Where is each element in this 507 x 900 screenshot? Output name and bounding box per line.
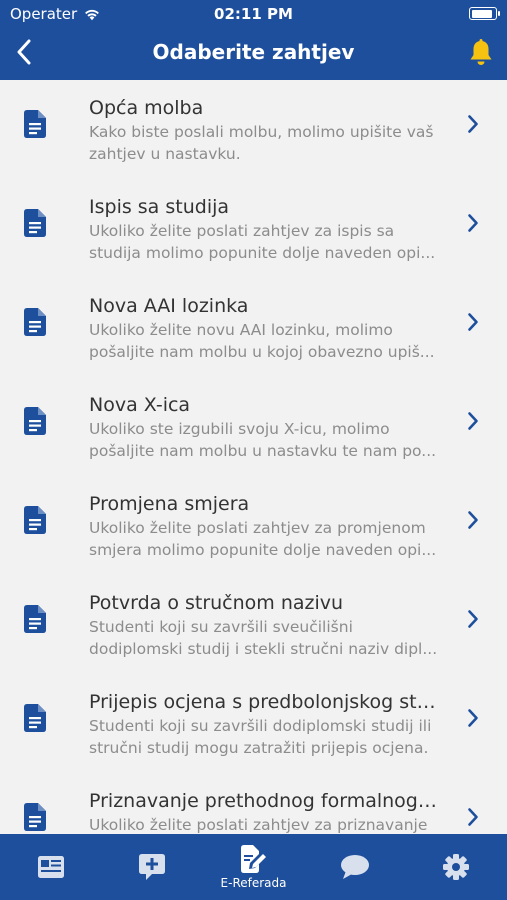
chevron-right-icon (468, 511, 478, 529)
request-description: Ukoliko želite poslati zahtjev za ispis … (89, 222, 436, 262)
news-card-icon (37, 853, 65, 881)
request-title: Priznavanje prethodnog formalnog uč... (89, 790, 441, 812)
add-message-icon (138, 853, 166, 881)
request-description: Ukoliko želite poslati zahtjev za promje… (89, 519, 437, 559)
gear-icon (442, 853, 470, 881)
chevron-right-icon (468, 115, 478, 133)
request-list-item[interactable]: Ispis sa studija Ukoliko želite poslati … (0, 179, 507, 278)
request-list-item[interactable]: Promjena smjera Ukoliko želite poslati z… (0, 476, 507, 575)
tab-label: E-Referada (220, 876, 287, 890)
document-icon (24, 209, 46, 237)
nav-bar: Odaberite zahtjev (0, 28, 507, 80)
tab-bar: E-Referada (0, 834, 507, 900)
request-text: Potvrda o stručnom nazivu Studenti koji … (89, 590, 441, 660)
request-description: Ukoliko želite novu AAI lozinku, molimo … (89, 321, 435, 361)
request-title: Nova AAI lozinka (89, 295, 249, 317)
document-icon (24, 605, 46, 633)
request-title: Promjena smjera (89, 493, 250, 515)
status-time: 02:11 PM (214, 5, 293, 23)
document-icon (24, 308, 46, 336)
document-icon (24, 407, 46, 435)
request-text: Prijepis ocjena s predbolonjskog studija… (89, 689, 441, 759)
request-title: Opća molba (89, 97, 204, 119)
request-list-item[interactable]: Nova AAI lozinka Ukoliko želite novu AAI… (0, 278, 507, 377)
document-icon (24, 110, 46, 138)
request-text: Opća molba Kako biste poslali molbu, mol… (89, 95, 441, 165)
document-icon (24, 506, 46, 534)
edit-document-icon (240, 845, 268, 873)
chevron-right-icon (468, 709, 478, 727)
tab-news[interactable] (0, 834, 101, 900)
request-title: Nova X-ica (89, 394, 191, 416)
request-text: Nova AAI lozinka Ukoliko želite novu AAI… (89, 293, 441, 363)
tab-e-referada[interactable]: E-Referada (203, 834, 304, 900)
request-list: Opća molba Kako biste poslali molbu, mol… (0, 80, 507, 834)
request-text: Priznavanje prethodnog formalnog uč... U… (89, 788, 441, 834)
request-list-item[interactable]: Prijepis ocjena s predbolonjskog studija… (0, 674, 507, 773)
request-title: Ispis sa studija (89, 196, 230, 218)
status-bar: Operater 02:11 PM (0, 0, 507, 28)
document-icon (24, 803, 46, 831)
request-description: Studenti koji su završili sveučilišni do… (89, 618, 438, 658)
chat-bubble-icon (340, 853, 369, 881)
request-list-item[interactable]: Priznavanje prethodnog formalnog uč... U… (0, 773, 507, 834)
request-description: Studenti koji su završili dodiplomski st… (89, 717, 432, 757)
chevron-right-icon (468, 412, 478, 430)
request-description: Kako biste poslali molbu, molimo upišite… (89, 123, 434, 163)
request-description: Ukoliko ste izgubili svoju X-icu, molimo… (89, 420, 437, 460)
tab-chat[interactable] (304, 834, 405, 900)
header: Operater 02:11 PM Odaberite zahtjev (0, 0, 507, 80)
request-title: Potvrda o stručnom nazivu (89, 592, 344, 614)
battery-level (471, 9, 493, 18)
request-description: Ukoliko želite poslati zahtjev za prizna… (89, 816, 428, 834)
chevron-right-icon (468, 214, 478, 232)
request-list-item[interactable]: Nova X-ica Ukoliko ste izgubili svoju X-… (0, 377, 507, 476)
page-title: Odaberite zahtjev (152, 40, 355, 64)
chevron-right-icon (468, 808, 478, 826)
request-text: Ispis sa studija Ukoliko želite poslati … (89, 194, 441, 264)
chevron-right-icon (468, 610, 478, 628)
request-list-item[interactable]: Potvrda o stručnom nazivu Studenti koji … (0, 575, 507, 674)
bell-icon (470, 39, 492, 65)
request-text: Nova X-ica Ukoliko ste izgubili svoju X-… (89, 392, 441, 462)
document-icon (24, 704, 46, 732)
request-title: Prijepis ocjena s predbolonjskog studija (89, 691, 441, 713)
request-list-item[interactable]: Opća molba Kako biste poslali molbu, mol… (0, 80, 507, 179)
request-text: Promjena smjera Ukoliko želite poslati z… (89, 491, 441, 561)
tab-settings[interactable] (406, 834, 507, 900)
battery-icon (469, 7, 500, 20)
notifications-button[interactable] (465, 36, 497, 70)
tab-add-request[interactable] (101, 834, 202, 900)
chevron-right-icon (468, 313, 478, 331)
